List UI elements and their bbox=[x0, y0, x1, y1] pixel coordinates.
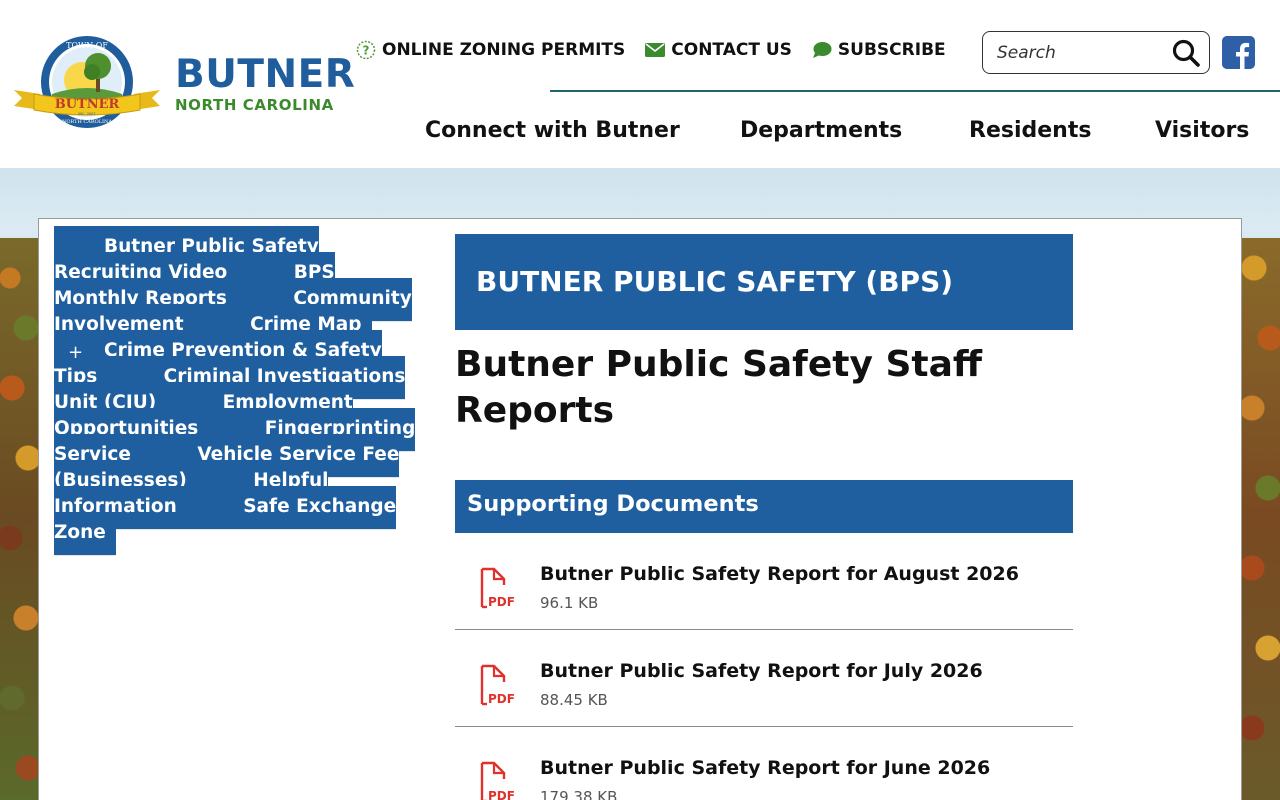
town-seal-logo[interactable]: BUTNER TOWN OF INC. 2007 NORTH CAROLINA bbox=[12, 34, 162, 134]
document-size: 96.1 KB bbox=[540, 594, 599, 612]
brand-name: BUTNER bbox=[175, 52, 356, 97]
pdf-icon: PDF bbox=[480, 567, 515, 609]
question-circle-icon: ? bbox=[356, 40, 376, 60]
envelope-icon bbox=[645, 43, 666, 57]
facebook-icon[interactable] bbox=[1222, 36, 1255, 69]
search-input[interactable] bbox=[997, 41, 1167, 65]
seal-bottom-text: NORTH CAROLINA bbox=[62, 119, 112, 125]
autumn-trees-left bbox=[0, 238, 40, 800]
document-row[interactable]: PDF Butner Public Safety Report for June… bbox=[455, 727, 1073, 800]
brand-wordmark[interactable]: BUTNER NORTH CAROLINA bbox=[175, 52, 356, 115]
svg-text:PDF: PDF bbox=[488, 692, 515, 706]
svg-text:PDF: PDF bbox=[488, 595, 515, 609]
document-row[interactable]: PDF Butner Public Safety Report for July… bbox=[455, 630, 1073, 727]
autumn-trees-right bbox=[1240, 238, 1280, 800]
document-size: 88.45 KB bbox=[540, 691, 608, 709]
svg-text:?: ? bbox=[363, 44, 370, 58]
search-icon[interactable] bbox=[1171, 38, 1201, 68]
nav-visitors[interactable]: Visitors bbox=[1155, 118, 1249, 143]
document-row[interactable]: PDF Butner Public Safety Report for Augu… bbox=[455, 533, 1073, 630]
subscribe-label: SUBSCRIBE bbox=[837, 40, 946, 60]
contact-us-label: CONTACT US bbox=[671, 40, 792, 60]
svg-text:PDF: PDF bbox=[488, 789, 515, 800]
pdf-icon: PDF bbox=[480, 761, 515, 800]
seal-inc-text: INC. 2007 bbox=[78, 112, 95, 116]
site-header: BUTNER TOWN OF INC. 2007 NORTH CAROLINA … bbox=[0, 0, 1280, 168]
nav-residents[interactable]: Residents bbox=[969, 118, 1091, 143]
seal-top-text: TOWN OF bbox=[66, 41, 108, 50]
expand-plus-icon[interactable]: + bbox=[68, 340, 83, 366]
document-title-link[interactable]: Butner Public Safety Report for July 202… bbox=[540, 660, 983, 682]
content-panel: Butner Public Safety Recruiting Video BP… bbox=[38, 218, 1242, 800]
search-box bbox=[982, 31, 1210, 74]
subscribe-link[interactable]: SUBSCRIBE bbox=[812, 40, 946, 60]
seal-band-text: BUTNER bbox=[55, 97, 120, 112]
pdf-icon: PDF bbox=[480, 664, 515, 706]
speech-bubble-icon bbox=[812, 42, 832, 58]
department-banner: BUTNER PUBLIC SAFETY (BPS) bbox=[455, 234, 1073, 330]
document-title-link[interactable]: Butner Public Safety Report for August 2… bbox=[540, 563, 1019, 585]
utility-links: ? ONLINE ZONING PERMITS CONTACT US SUBSC… bbox=[356, 40, 946, 60]
online-zoning-permits-link[interactable]: ? ONLINE ZONING PERMITS bbox=[356, 40, 625, 60]
header-divider bbox=[550, 90, 1280, 92]
nav-connect-with-butner[interactable]: Connect with Butner bbox=[425, 118, 680, 143]
document-size: 179.38 KB bbox=[540, 788, 618, 800]
sidebar-navigation: Butner Public Safety Recruiting Video BP… bbox=[54, 226, 425, 556]
main-content: BUTNER PUBLIC SAFETY (BPS) Butner Public… bbox=[455, 234, 1073, 800]
brand-subtitle: NORTH CAROLINA bbox=[175, 96, 334, 114]
supporting-documents-header: Supporting Documents bbox=[455, 480, 1073, 533]
online-zoning-permits-label: ONLINE ZONING PERMITS bbox=[382, 40, 626, 60]
document-title-link[interactable]: Butner Public Safety Report for June 202… bbox=[540, 757, 990, 779]
page-title: Butner Public Safety Staff Reports bbox=[455, 344, 983, 431]
nav-departments[interactable]: Departments bbox=[740, 118, 902, 143]
contact-us-link[interactable]: CONTACT US bbox=[645, 40, 792, 60]
